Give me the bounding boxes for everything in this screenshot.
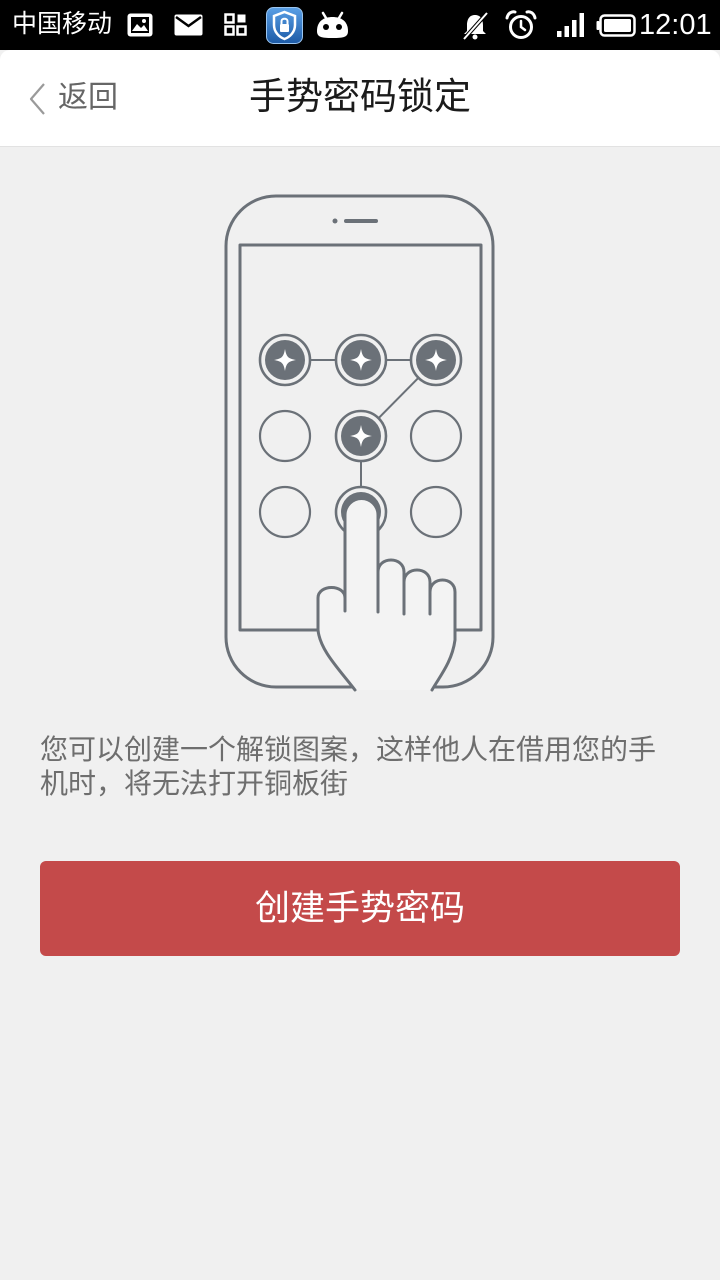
pattern-dot [409, 333, 463, 387]
back-button[interactable]: 返回 [24, 74, 134, 124]
mail-icon [174, 14, 203, 36]
apps-grid-icon [224, 13, 247, 36]
phone-camera [332, 218, 338, 224]
notifications-off-icon [462, 12, 489, 40]
phone-pattern-lock-illustration [224, 194, 495, 692]
pattern-dot [409, 485, 463, 539]
create-gesture-password-button[interactable]: 创建手势密码 [40, 861, 680, 956]
pattern-dot [258, 333, 312, 387]
pattern-dot [409, 409, 463, 463]
header-bar: 返回 手势密码锁定 [0, 50, 720, 147]
pattern-dot [334, 333, 388, 387]
pattern-dot [258, 409, 312, 463]
description-text: 您可以创建一个解锁图案，这样他人在借用您的手机时，将无法打开铜板街 [40, 734, 657, 799]
carrier-name: 中国移动 [12, 10, 113, 38]
page-title: 手势密码锁定 [249, 76, 471, 117]
security-app-icon [266, 7, 303, 44]
pattern-dot [258, 485, 312, 539]
android-icon [317, 11, 348, 38]
status-bar: 中国移动 12:01 [0, 0, 720, 50]
gallery-icon [127, 13, 153, 37]
battery-icon [596, 14, 636, 37]
chevron-left-icon [29, 83, 45, 115]
signal-icon [557, 13, 584, 37]
pattern-dot [334, 409, 388, 463]
status-time: 12:01 [639, 9, 712, 41]
alarm-icon [505, 10, 537, 39]
back-label: 返回 [58, 81, 118, 114]
